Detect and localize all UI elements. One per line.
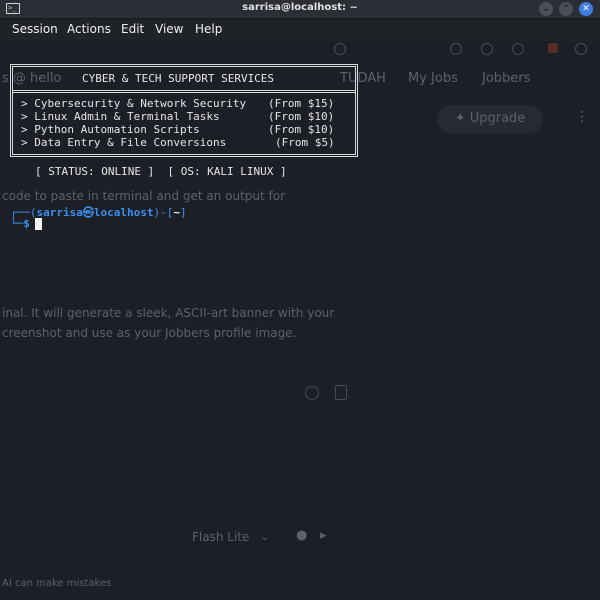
bg-profile-icon bbox=[481, 43, 493, 55]
service-4-name: > Data Entry & File Conversions bbox=[21, 136, 227, 149]
service-3-name: > Python Automation Scripts bbox=[21, 123, 200, 136]
bg-gear-icon bbox=[334, 43, 346, 55]
minimize-button[interactable]: ⌄ bbox=[539, 2, 553, 16]
bg-puzzle-icon bbox=[512, 43, 524, 55]
bg-mic-icon: ● bbox=[296, 528, 308, 543]
service-1-name: > Cybersecurity & Network Security bbox=[21, 97, 247, 110]
prompt-user-host: sarrisa㉿localhost bbox=[36, 206, 154, 219]
banner-header: CYBER & TECH SUPPORT SERVICES bbox=[13, 67, 355, 93]
bg-model-label: Flash Lite bbox=[192, 530, 250, 544]
service-3-price: (From $10) bbox=[268, 123, 335, 136]
menu-actions[interactable]: Actions bbox=[67, 22, 111, 36]
prompt-corner-bottom: └─ bbox=[10, 217, 24, 230]
menu-view[interactable]: View bbox=[155, 22, 183, 36]
service-2-price: (From $10) bbox=[268, 110, 335, 123]
bg-chevron-icon: ⌄ bbox=[260, 530, 270, 543]
prompt-symbol: $ bbox=[23, 217, 30, 230]
close-button[interactable]: ✕ bbox=[579, 2, 593, 16]
ascii-banner: CYBER & TECH SUPPORT SERVICES > Cybersec… bbox=[10, 64, 358, 157]
bg-send-icon: ▸ bbox=[320, 528, 327, 543]
service-2-name: > Linux Admin & Terminal Tasks bbox=[21, 110, 220, 123]
bg-footer: AI can make mistakes bbox=[2, 578, 112, 589]
bg-menu-icon bbox=[575, 43, 587, 55]
service-4-price: (From $5) bbox=[275, 136, 335, 149]
bg-copy-icon bbox=[335, 385, 347, 400]
bg-download-icon bbox=[305, 386, 319, 400]
bg-text-line3: creenshot and use as your Jobbers profil… bbox=[2, 326, 297, 340]
prompt-dir-close: ] bbox=[179, 206, 187, 219]
bg-share-icon bbox=[450, 43, 462, 55]
menu-session[interactable]: Session bbox=[12, 22, 58, 36]
window-title: sarrisa@localhost: ~ bbox=[242, 2, 358, 13]
menu-bar: Session Actions Edit View Help bbox=[0, 19, 600, 41]
prompt-dir: ~ bbox=[173, 206, 180, 219]
banner-title: CYBER & TECH SUPPORT SERVICES bbox=[82, 72, 275, 85]
terminal-area[interactable]: s @ hello TUDAH My Jobs Jobbers ✦ Upgrad… bbox=[0, 41, 600, 600]
menu-edit[interactable]: Edit bbox=[121, 22, 144, 36]
bg-tab-right: My Jobs bbox=[408, 71, 458, 86]
bg-more-icon: ⋮ bbox=[575, 109, 589, 125]
status-line: [ STATUS: ONLINE ] [ OS: KALI LINUX ] bbox=[35, 165, 287, 178]
bg-text-line1: code to paste in terminal and get an out… bbox=[2, 189, 286, 203]
maximize-button[interactable]: ⌃ bbox=[559, 2, 573, 16]
title-bar: >_ sarrisa@localhost: ~ ⌄ ⌃ ✕ bbox=[0, 0, 600, 19]
terminal-cursor[interactable] bbox=[35, 218, 42, 230]
bg-upgrade-button: ✦ Upgrade bbox=[437, 105, 543, 133]
bg-text-line2: inal. It will generate a sleek, ASCII-ar… bbox=[2, 306, 335, 320]
service-1-price: (From $15) bbox=[268, 97, 335, 110]
bg-tab-right2: Jobbers bbox=[482, 71, 531, 86]
menu-help[interactable]: Help bbox=[195, 22, 222, 36]
prompt-dir-open: )-[ bbox=[153, 206, 174, 219]
bg-red-icon bbox=[548, 43, 558, 53]
prompt-line-2: └─$ bbox=[10, 217, 30, 230]
